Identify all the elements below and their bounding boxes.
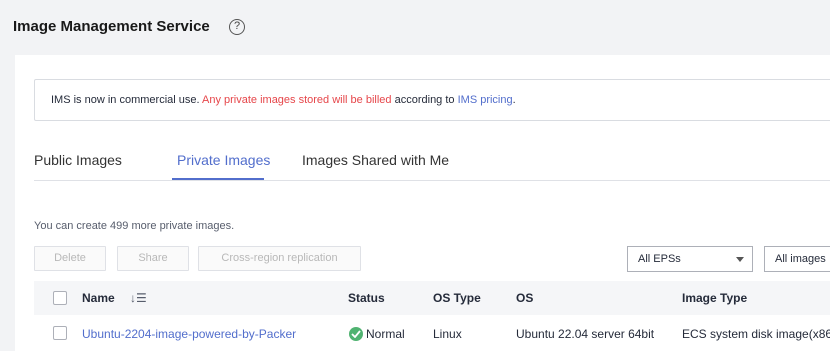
status-value: Normal bbox=[366, 327, 405, 341]
tab-private-images[interactable]: Private Images bbox=[177, 152, 270, 168]
notice-warning: Any private images stored will be billed bbox=[202, 94, 392, 106]
notice-suffix: . bbox=[512, 94, 516, 106]
table-header: Name ↓☰ Status OS Type OS Image Type bbox=[34, 281, 830, 315]
tab-images-shared-with-me[interactable]: Images Shared with Me bbox=[302, 152, 449, 168]
image-filter-select[interactable]: All images bbox=[764, 246, 830, 272]
select-all-checkbox[interactable] bbox=[53, 291, 67, 305]
table-row: Ubuntu-2204-image-powered-by-Packer Norm… bbox=[34, 315, 830, 351]
row-checkbox[interactable] bbox=[53, 326, 67, 340]
image-name-link[interactable]: Ubuntu-2204-image-powered-by-Packer bbox=[82, 327, 296, 341]
notice-prefix: IMS is now in commercial use. bbox=[51, 94, 202, 106]
tab-public-images[interactable]: Public Images bbox=[34, 152, 122, 168]
page-title: Image Management Service bbox=[13, 18, 210, 35]
column-header-image-type: Image Type bbox=[682, 291, 748, 305]
chevron-down-icon bbox=[736, 257, 744, 262]
os-value: Ubuntu 22.04 server 64bit bbox=[516, 327, 655, 341]
main-panel: IMS is now in commercial use. Any privat… bbox=[15, 55, 830, 351]
commercial-notice: IMS is now in commercial use. Any privat… bbox=[34, 79, 830, 121]
image-filter-value: All images bbox=[775, 253, 826, 265]
eps-filter-select[interactable]: All EPSs bbox=[627, 246, 753, 272]
sort-icon[interactable]: ↓☰ bbox=[130, 291, 147, 305]
column-header-os-type: OS Type bbox=[433, 291, 481, 305]
column-header-status: Status bbox=[348, 291, 385, 305]
column-header-name[interactable]: Name bbox=[82, 291, 115, 305]
notice-text: IMS is now in commercial use. Any privat… bbox=[51, 94, 516, 106]
share-button[interactable]: Share bbox=[117, 246, 189, 271]
notice-middle: according to bbox=[391, 94, 458, 106]
page-header: Image Management Service ? bbox=[0, 0, 830, 50]
image-type-value: ECS system disk image(x86) bbox=[682, 327, 830, 341]
quota-text: You can create 499 more private images. bbox=[34, 220, 235, 232]
os-type-value: Linux bbox=[433, 327, 462, 341]
image-tabs: Public Images Private Images Images Shar… bbox=[34, 148, 830, 181]
help-icon[interactable]: ? bbox=[229, 19, 245, 35]
eps-filter-value: All EPSs bbox=[638, 253, 681, 265]
column-header-os: OS bbox=[516, 291, 534, 305]
delete-button[interactable]: Delete bbox=[34, 246, 106, 271]
active-tab-indicator bbox=[172, 178, 264, 180]
cross-region-replication-button[interactable]: Cross-region replication bbox=[198, 246, 361, 271]
status-normal-icon bbox=[349, 327, 363, 341]
ims-pricing-link[interactable]: IMS pricing bbox=[458, 94, 513, 106]
